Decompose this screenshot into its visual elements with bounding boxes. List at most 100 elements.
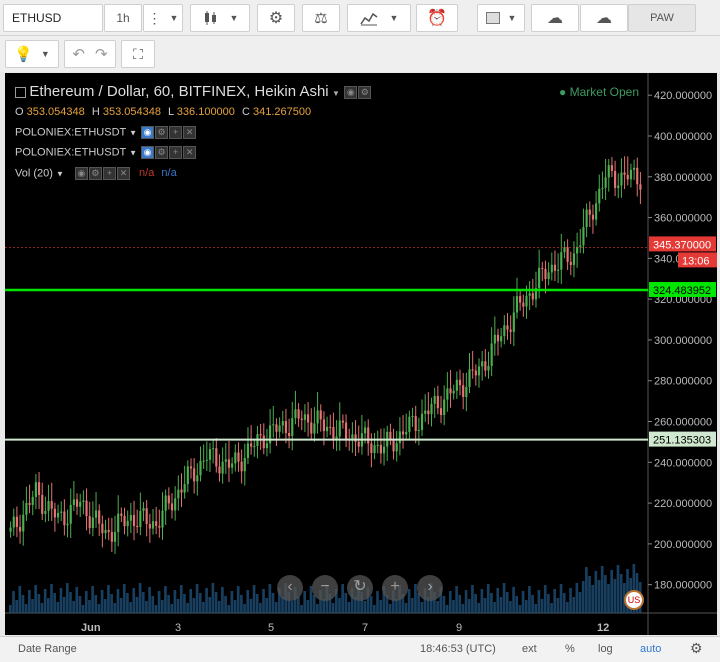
candle-body <box>120 513 123 516</box>
ext-toggle[interactable]: ext <box>522 643 537 655</box>
low-label: L <box>168 106 174 118</box>
scroll-right-icon[interactable]: › <box>417 575 443 601</box>
collapse-icon[interactable] <box>15 87 26 99</box>
chart-panel[interactable]: 420.000000 400.000000 380.000000 360.000000… <box>5 73 717 635</box>
rectangle-button[interactable]: ▼ <box>477 4 525 32</box>
interval-button[interactable]: 1h <box>104 4 142 32</box>
volume-bar <box>445 605 449 613</box>
volume-bar <box>179 585 183 613</box>
interval-dropdown[interactable]: ⋮ ▼ <box>143 4 183 32</box>
indicators-button[interactable]: ⚙ <box>257 4 295 32</box>
alert-button[interactable]: ⏰ <box>416 4 458 32</box>
candle-body <box>82 500 85 502</box>
volume-bar <box>224 596 227 613</box>
candle-body <box>18 526 22 532</box>
candle-body <box>310 422 313 434</box>
zoom-controls: ‹ − ↻ + › <box>277 575 443 601</box>
log-toggle[interactable]: log <box>598 643 613 655</box>
lightbulb-button[interactable]: 💡 ▼ <box>5 40 59 68</box>
volume-bar <box>195 584 199 613</box>
indicator-row-1[interactable]: POLONIEX:ETHUSDT ▼ ◉ ⚙ + ✕ <box>15 126 197 139</box>
study-button[interactable]: ▼ <box>347 4 411 32</box>
zoom-out-icon[interactable]: − <box>312 575 338 601</box>
volume-bar <box>534 604 538 613</box>
user-button[interactable]: PAW <box>628 4 696 32</box>
legend-title-row: Ethereum / Dollar, 60, BITFINEX, Heikin … <box>15 83 372 100</box>
candle-body <box>373 445 376 454</box>
zoom-in-icon[interactable]: + <box>382 575 408 601</box>
flag-icon[interactable]: US <box>624 590 644 610</box>
volume-bar <box>455 586 458 613</box>
candle-body <box>427 410 430 415</box>
volume-bar <box>483 598 487 613</box>
chevron-down-icon[interactable]: ▼ <box>56 169 64 178</box>
market-status: ● Market Open <box>559 85 639 99</box>
eye-icon[interactable]: ◉ <box>141 146 155 159</box>
bar-style-button[interactable]: ▼ <box>190 4 250 32</box>
candle-body <box>63 511 66 526</box>
fullscreen-button[interactable]: ⛶ <box>121 40 155 68</box>
volume-bar <box>110 594 113 613</box>
cloud-upload-button[interactable]: ☁ <box>580 4 628 32</box>
date-range-button[interactable]: Date Range <box>18 643 77 655</box>
chevron-down-icon[interactable]: ▼ <box>332 89 340 98</box>
volume-bar <box>490 593 493 613</box>
volume-bar <box>12 591 15 613</box>
volume-bar <box>452 600 455 613</box>
volume-bar <box>578 592 582 613</box>
undo-icon[interactable]: ↶ <box>72 45 85 63</box>
volume-bar <box>107 585 110 613</box>
candle-body <box>591 214 595 220</box>
clock-label: 18:46:53 (UTC) <box>420 643 496 655</box>
percent-toggle[interactable]: % <box>565 643 575 655</box>
volume-row[interactable]: Vol (20) ▼ ◉ ⚙ + ✕ n/a n/a <box>15 167 177 180</box>
eye-icon[interactable]: ◉ <box>141 126 155 139</box>
plus-icon[interactable]: + <box>169 146 183 159</box>
gear-icon[interactable]: ⚙ <box>690 640 703 657</box>
plus-icon[interactable]: + <box>102 167 116 180</box>
compare-button[interactable]: ⚖ <box>302 4 340 32</box>
chevron-down-icon[interactable]: ▼ <box>129 128 137 137</box>
eye-icon[interactable]: ◉ <box>344 86 358 100</box>
plus-icon[interactable]: + <box>169 126 183 139</box>
symbol-input[interactable]: ETHUSD <box>3 4 103 32</box>
x-tick-label: 3 <box>175 622 181 634</box>
candle-body <box>392 438 395 452</box>
close-icon[interactable]: ✕ <box>183 126 197 139</box>
candle-body <box>158 525 161 528</box>
candle-body <box>363 427 367 434</box>
candle-body <box>234 452 237 464</box>
volume-bar <box>404 603 408 613</box>
candle-body <box>25 502 28 515</box>
volume-bar <box>331 603 335 613</box>
candle-body <box>329 426 332 428</box>
gear-icon[interactable]: ⚙ <box>155 126 169 139</box>
candle-body <box>164 495 167 511</box>
candle-body <box>12 516 15 528</box>
candle-body <box>246 443 250 459</box>
reset-icon[interactable]: ↻ <box>347 575 373 601</box>
candle-body <box>601 187 604 189</box>
close-icon[interactable]: ✕ <box>116 167 130 180</box>
redo-icon[interactable]: ↷ <box>95 45 108 63</box>
gear-icon[interactable]: ⚙ <box>88 167 102 180</box>
volume-bar <box>208 597 212 613</box>
eye-icon[interactable]: ◉ <box>74 167 88 180</box>
candle-body <box>326 426 329 432</box>
scroll-left-icon[interactable]: ‹ <box>277 575 303 601</box>
ohlc-row: O 353.054348 H 353.054348 L 336.100000 C… <box>15 106 311 118</box>
volume-bar <box>37 594 41 613</box>
indicator-row-2[interactable]: POLONIEX:ETHUSDT ▼ ◉ ⚙ + ✕ <box>15 146 197 159</box>
gear-icon[interactable]: ⚙ <box>155 146 169 159</box>
candle-body <box>208 449 212 460</box>
gear-icon[interactable]: ⚙ <box>358 86 372 100</box>
candle-body <box>335 436 338 439</box>
auto-toggle[interactable]: auto <box>640 643 661 655</box>
chevron-down-icon[interactable]: ▼ <box>129 148 137 157</box>
candle-body <box>509 329 512 332</box>
cloud-download-button[interactable]: ☁ <box>531 4 579 32</box>
candle-body <box>344 422 348 439</box>
volume-bar <box>619 574 623 613</box>
close-icon[interactable]: ✕ <box>183 146 197 159</box>
candle-body <box>22 514 25 532</box>
